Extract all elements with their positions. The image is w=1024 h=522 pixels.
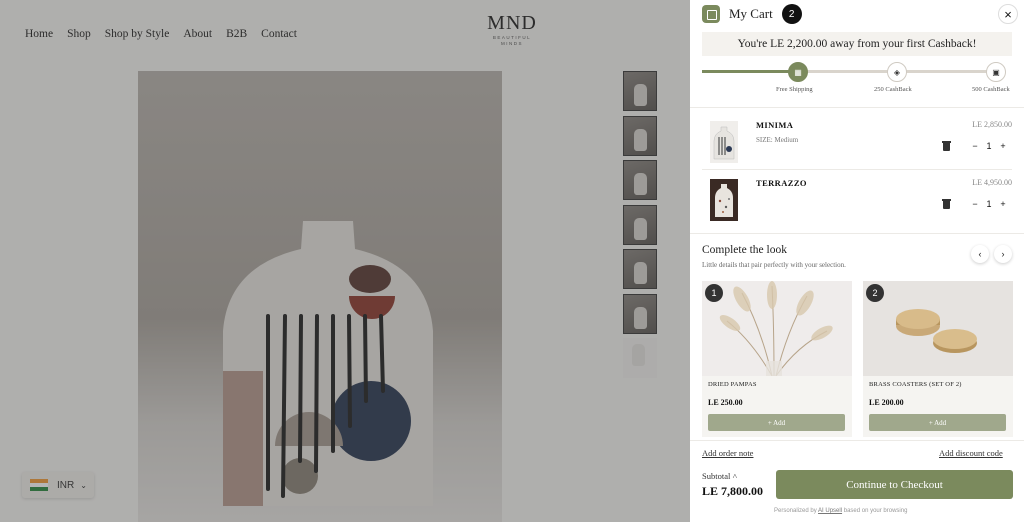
card-number-badge: 1 <box>705 284 723 302</box>
subtotal-toggle[interactable]: Subtotal ˄ <box>702 471 737 481</box>
complete-look-subtitle: Little details that pair perfectly with … <box>702 261 846 269</box>
tag-icon: ◈ <box>887 62 907 82</box>
subtotal-value: LE 7,800.00 <box>702 484 764 498</box>
carousel-prev-button[interactable]: ‹ <box>971 245 989 263</box>
add-order-note-link[interactable]: Add order note <box>702 448 753 458</box>
trash-icon[interactable] <box>942 141 951 151</box>
product-image-brass-coasters[interactable] <box>863 281 1013 376</box>
truck-icon: ▦ <box>788 62 808 82</box>
qty-value[interactable]: 1 <box>982 199 996 209</box>
checkout-button[interactable]: Continue to Checkout <box>776 470 1013 499</box>
quantity-stepper: − 1 + <box>968 141 1010 151</box>
footer-suffix: based on your browsing <box>843 508 908 514</box>
cart-header: My Cart 2 <box>702 4 802 24</box>
close-cart-button[interactable]: × <box>998 4 1018 24</box>
footer-prefix: Personalized by <box>774 508 817 514</box>
cashback-banner: You're LE 2,200.00 away from your first … <box>702 32 1012 56</box>
qty-increase-button[interactable]: + <box>996 199 1010 209</box>
card-product-price: LE 250.00 <box>708 398 743 407</box>
upsell-card: 2 BRASS COASTERS (SET OF 2) LE 200.00 + … <box>863 281 1013 437</box>
cart-drawer: My Cart 2 × You're LE 2,200.00 away from… <box>690 0 1024 522</box>
item-name[interactable]: MINIMA <box>756 120 793 130</box>
cart-count-badge: 2 <box>781 4 802 24</box>
item-name[interactable]: TERRAZZO <box>756 178 807 188</box>
milestone-label-250: 250 CashBack <box>874 86 912 93</box>
cart-line-item: MINIMA SIZE: Medium LE 2,850.00 − 1 + <box>702 116 1012 172</box>
item-variant: SIZE: Medium <box>756 136 799 144</box>
trash-icon[interactable] <box>942 199 951 209</box>
card-product-name[interactable]: BRASS COASTERS (SET OF 2) <box>869 381 962 388</box>
quantity-stepper: − 1 + <box>968 199 1010 209</box>
item-price: LE 4,950.00 <box>972 178 1012 187</box>
gift-icon: ▣ <box>986 62 1006 82</box>
carousel-next-button[interactable]: › <box>994 245 1012 263</box>
ai-upsell-link[interactable]: AI Upsell <box>818 508 842 514</box>
add-discount-code-link[interactable]: Add discount code <box>939 448 1003 458</box>
divider <box>690 107 1024 108</box>
drawer-backdrop[interactable] <box>0 0 690 522</box>
add-to-cart-button[interactable]: + Add <box>708 414 845 431</box>
qty-decrease-button[interactable]: − <box>968 141 982 151</box>
cart-title: My Cart <box>729 6 773 21</box>
qty-decrease-button[interactable]: − <box>968 199 982 209</box>
card-product-price: LE 200.00 <box>869 398 904 407</box>
milestone-label-free-shipping: Free Shipping <box>776 86 813 93</box>
qty-increase-button[interactable]: + <box>996 141 1010 151</box>
qty-value[interactable]: 1 <box>982 141 996 151</box>
add-to-cart-button[interactable]: + Add <box>869 414 1006 431</box>
upsell-card: 1 DRIED PAMPAS LE 250.00 + Add <box>702 281 852 437</box>
divider <box>690 440 1024 441</box>
personalization-footer: Personalized by AI Upsell based on your … <box>774 508 907 514</box>
cart-bag-icon <box>702 5 720 23</box>
item-price: LE 2,850.00 <box>972 120 1012 129</box>
divider <box>690 233 1024 234</box>
milestone-label-500: 500 CashBack <box>972 86 1010 93</box>
card-number-badge: 2 <box>866 284 884 302</box>
cashback-progress-bar <box>702 70 998 73</box>
product-thumbnail[interactable] <box>710 179 738 221</box>
progress-fill <box>702 70 791 73</box>
product-thumbnail[interactable] <box>710 121 738 163</box>
card-product-name[interactable]: DRIED PAMPAS <box>708 381 757 388</box>
complete-look-title: Complete the look <box>702 244 787 256</box>
product-image-dried-pampas[interactable] <box>702 281 852 376</box>
divider <box>702 169 1012 170</box>
cart-line-item: TERRAZZO LE 4,950.00 − 1 + <box>702 174 1012 230</box>
